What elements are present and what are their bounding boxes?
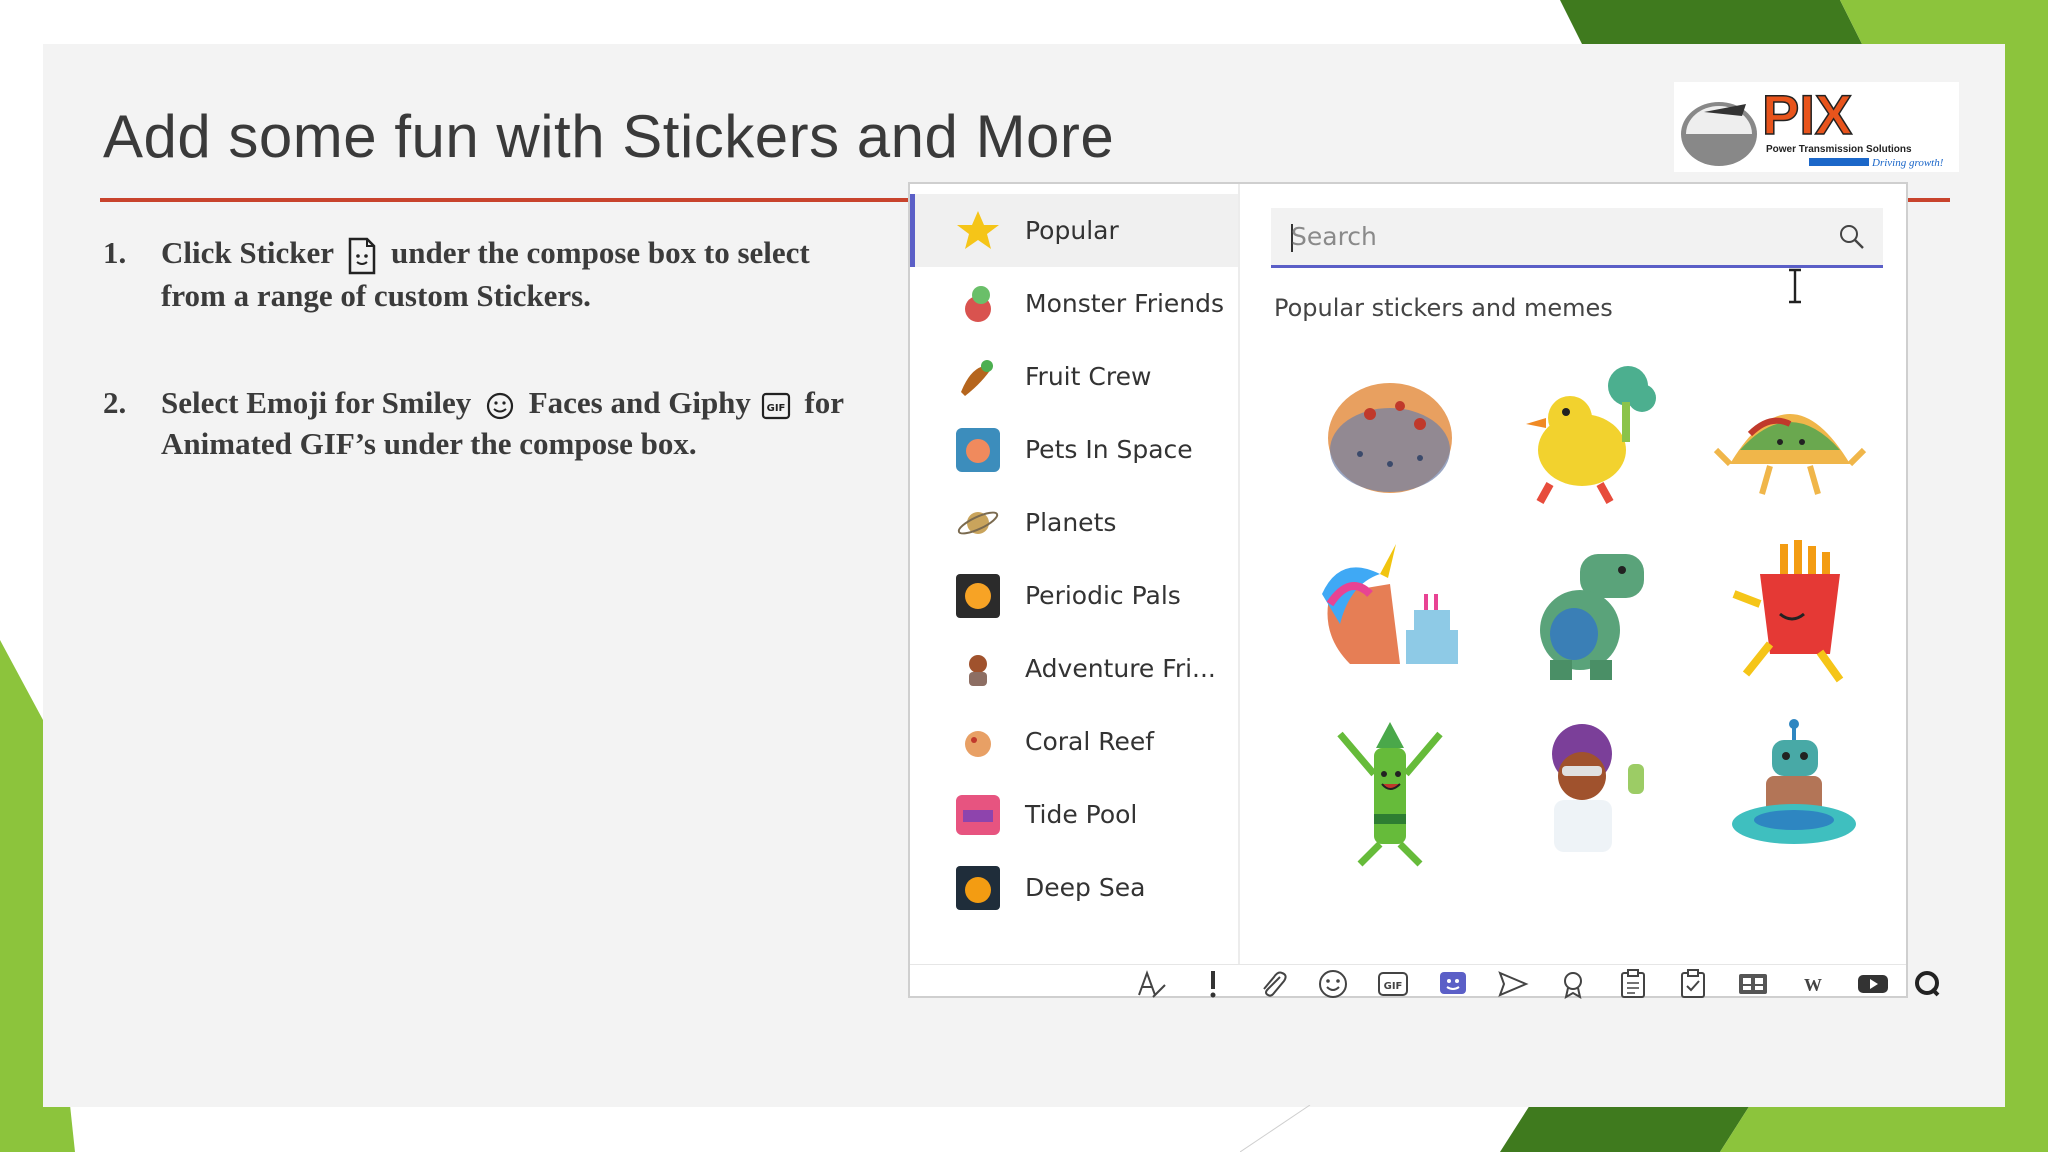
category-monster-friends[interactable]: Monster Friends — [910, 267, 1238, 340]
thin-diagonal-line — [1240, 1105, 1311, 1152]
category-adventure-friends[interactable]: Adventure Fri... — [910, 632, 1238, 705]
category-label: Tide Pool — [1025, 800, 1138, 829]
monster-icon — [965, 285, 991, 322]
praise-icon[interactable] — [1556, 967, 1590, 1001]
category-label: Planets — [1025, 508, 1117, 537]
svg-text:Driving growth!: Driving growth! — [1871, 157, 1944, 169]
slide-title: Add some fun with Stickers and More — [103, 103, 1115, 170]
category-deep-sea[interactable]: Deep Sea — [910, 851, 1238, 924]
category-pets-in-space[interactable]: Pets In Space — [910, 413, 1238, 486]
wiki-icon[interactable]: W — [1796, 967, 1830, 1001]
category-label: Monster Friends — [1025, 289, 1225, 318]
attach-icon[interactable] — [1256, 967, 1290, 1001]
approvals-icon[interactable] — [1676, 967, 1710, 1001]
fruit-icon — [961, 359, 993, 396]
quiz-icon[interactable] — [1912, 967, 1946, 1001]
category-tide-pool[interactable]: Tide Pool — [910, 778, 1238, 851]
star-icon — [957, 210, 999, 249]
text-cursor-icon — [1789, 268, 1801, 304]
panel-divider — [1238, 184, 1240, 964]
green-deco-bottom-right — [1500, 1105, 2048, 1152]
adventure-icon — [969, 654, 987, 686]
coral-blob-sticker[interactable] — [1310, 354, 1470, 514]
deepsea-icon — [956, 865, 1000, 910]
step-number: 2. — [103, 384, 127, 420]
robot-ufo-sticker[interactable] — [1710, 714, 1870, 874]
svg-text:Power Transmission Solutions: Power Transmission Solutions — [1766, 144, 1912, 155]
category-label: Deep Sea — [1025, 873, 1146, 902]
category-label: Pets In Space — [1025, 435, 1193, 464]
important-icon[interactable] — [1196, 967, 1230, 1001]
category-planets[interactable]: Planets — [910, 486, 1238, 559]
youtube-icon[interactable] — [1856, 967, 1890, 1001]
search-placeholder: Search — [1291, 222, 1377, 251]
category-popular[interactable]: Popular — [910, 194, 1238, 267]
category-coral-reef[interactable]: Coral Reef — [910, 705, 1238, 778]
company-logo: PIX Power Transmission Solutions Driving… — [1674, 82, 1959, 172]
forms-icon[interactable] — [1616, 967, 1650, 1001]
periodic-icon — [956, 573, 1000, 618]
unicorn-cake-sticker[interactable] — [1310, 534, 1470, 694]
category-label: Popular — [1025, 216, 1119, 245]
tasks-icon[interactable] — [1736, 967, 1770, 1001]
green-deco-bottom-left — [0, 1105, 75, 1152]
svg-text:GIF: GIF — [1384, 981, 1403, 992]
sticker-icon[interactable] — [1436, 967, 1470, 1001]
smiley-icon — [486, 392, 514, 419]
gif-icon[interactable]: GIF — [1376, 967, 1410, 1001]
svg-text:PIX: PIX — [1762, 83, 1852, 146]
instruction-list: 1. Click Sticker under the compose box t… — [103, 232, 863, 530]
coral-icon — [965, 730, 991, 757]
sticker-picker-panel: Popular Monster Friends Fruit Crew Pets … — [908, 182, 1940, 999]
sticker-search-input[interactable]: Search — [1271, 208, 1883, 268]
gif-icon: GIF — [761, 392, 790, 419]
category-label: Adventure Fri... — [1025, 654, 1216, 683]
search-icon[interactable] — [1837, 222, 1867, 252]
scientist-sticker[interactable] — [1510, 714, 1670, 874]
category-fruit-crew[interactable]: Fruit Crew — [910, 340, 1238, 413]
pets-icon — [956, 427, 1000, 472]
logo-graphic: PIX Power Transmission Solutions Driving… — [1681, 82, 1944, 169]
step-text: Faces and Giphy — [528, 384, 751, 420]
green-deco-right — [2005, 0, 2048, 1152]
step-1: 1. Click Sticker under the compose box t… — [103, 232, 863, 316]
dinosaur-sticker[interactable] — [1510, 534, 1670, 694]
tidepool-icon — [956, 794, 1000, 835]
fries-sticker[interactable] — [1710, 534, 1870, 694]
step-2: 2. Select Emoji for Smiley Faces and Gip… — [103, 382, 863, 464]
duck-with-broccoli-sticker[interactable] — [1510, 354, 1670, 514]
category-label: Coral Reef — [1025, 727, 1155, 756]
emoji-icon[interactable] — [1316, 967, 1350, 1001]
category-label: Fruit Crew — [1025, 362, 1152, 391]
svg-text:GIF: GIF — [766, 403, 785, 414]
sticker-icon — [349, 237, 376, 275]
sticker-category-list: Popular Monster Friends Fruit Crew Pets … — [910, 184, 1238, 964]
step-text: Select Emoji for Smiley — [161, 384, 472, 420]
category-periodic-pals[interactable]: Periodic Pals — [910, 559, 1238, 632]
svg-text:W: W — [1804, 975, 1822, 995]
send-icon[interactable] — [1496, 967, 1530, 1001]
crayon-sticker[interactable] — [1310, 714, 1470, 874]
green-deco-left — [0, 640, 43, 1152]
section-title: Popular stickers and memes — [1274, 294, 1613, 322]
category-label: Periodic Pals — [1025, 581, 1181, 610]
taco-sticker[interactable] — [1710, 354, 1870, 514]
compose-toolbar: GIF W — [910, 964, 1940, 999]
step-text: Click Sticker — [161, 235, 334, 270]
format-icon[interactable] — [1135, 967, 1169, 1001]
planet-icon — [957, 511, 999, 534]
step-number: 1. — [103, 235, 127, 270]
